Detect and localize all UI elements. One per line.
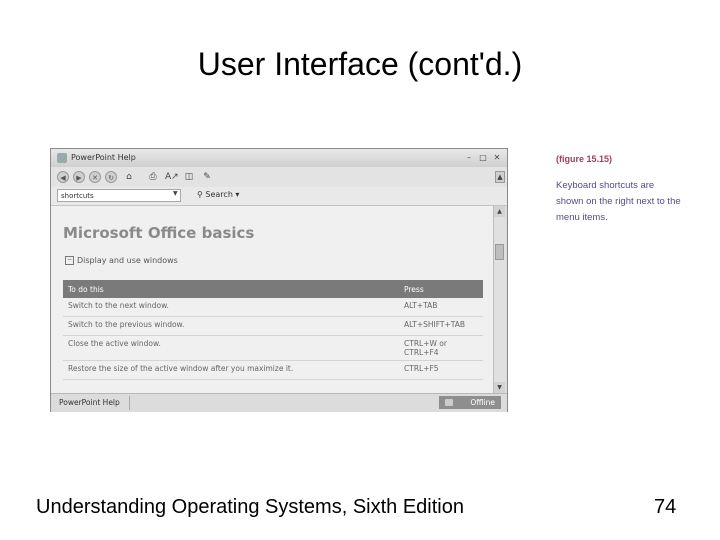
- section-label: Display and use windows: [77, 256, 178, 265]
- shortcut-cell: ALT+SHIFT+TAB: [399, 316, 483, 336]
- figure-number: (figure 15.15): [556, 154, 613, 164]
- pin-icon[interactable]: ✎: [201, 171, 213, 183]
- maximize-icon[interactable]: □: [477, 152, 489, 163]
- status-label: PowerPoint Help: [59, 398, 120, 407]
- action-cell: Switch to the previous window.: [63, 316, 399, 336]
- help-toolbar: ◀ ▶ ✕ ↻ ⌂ ⎙ A↗ ◫ ✎ ▲: [51, 167, 507, 188]
- column-header: Press: [399, 280, 483, 298]
- scroll-down-icon[interactable]: ▼: [494, 382, 505, 393]
- figure-description: Keyboard shortcuts are shown on the righ…: [556, 180, 681, 223]
- shortcut-cell: ALT+TAB: [399, 298, 483, 317]
- table-row: Switch to the previous window. ALT+SHIFT…: [63, 316, 483, 336]
- figure-caption: (figure 15.15) Keyboard shortcuts are sh…: [556, 154, 706, 226]
- slide-title: User Interface (cont'd.): [197, 46, 523, 82]
- powerpoint-help-icon: [57, 153, 67, 163]
- vertical-scrollbar[interactable]: ▲ ▼: [493, 206, 506, 393]
- status-divider: [129, 396, 130, 410]
- shortcut-table: To do this Press Switch to the next wind…: [63, 280, 483, 380]
- action-cell: Close the active window.: [63, 335, 399, 361]
- help-window: PowerPoint Help – □ ✕ ◀ ▶ ✕ ↻ ⌂ ⎙ A↗ ◫ ✎…: [50, 148, 508, 412]
- close-icon[interactable]: ✕: [491, 152, 503, 163]
- search-scope-dropdown-icon[interactable]: ▼: [173, 190, 178, 197]
- search-icon: ⚲: [197, 190, 203, 199]
- window-titlebar: PowerPoint Help – □ ✕: [51, 149, 507, 167]
- scroll-thumb[interactable]: [495, 244, 504, 260]
- offline-button[interactable]: Offline: [439, 396, 501, 409]
- window-title: PowerPoint Help: [71, 153, 136, 162]
- action-cell: Restore the size of the active window af…: [63, 360, 399, 380]
- font-size-icon[interactable]: A↗: [165, 171, 179, 183]
- refresh-icon[interactable]: ↻: [105, 171, 117, 183]
- offline-icon: [445, 399, 453, 406]
- slide-footer: Understanding Operating Systems, Sixth E…: [36, 496, 464, 518]
- table-row: Close the active window. CTRL+W or CTRL+…: [63, 335, 483, 361]
- toolbar-scroll-icon[interactable]: ▲: [495, 171, 505, 183]
- help-content: Microsoft Office basics − Display and use…: [51, 206, 495, 393]
- status-bar: PowerPoint Help Offline: [51, 393, 507, 412]
- book-icon[interactable]: ◫: [183, 171, 195, 183]
- search-bar: ▼ ⚲ Search ▾: [51, 187, 507, 206]
- table-row: Switch to the next window. ALT+TAB: [63, 298, 483, 317]
- shortcut-cell: CTRL+F5: [399, 360, 483, 380]
- table-header-row: To do this Press: [63, 280, 483, 298]
- collapse-icon[interactable]: −: [65, 256, 74, 265]
- print-icon[interactable]: ⎙: [147, 171, 159, 183]
- table-row: Restore the size of the active window af…: [63, 360, 483, 380]
- shortcut-cell: CTRL+W or CTRL+F4: [399, 335, 483, 361]
- section-toggle[interactable]: − Display and use windows: [65, 256, 178, 265]
- scroll-up-icon[interactable]: ▲: [494, 206, 505, 217]
- column-header: To do this: [63, 280, 399, 298]
- minimize-icon[interactable]: –: [463, 152, 475, 163]
- search-input[interactable]: [57, 189, 181, 202]
- action-cell: Switch to the next window.: [63, 298, 399, 317]
- search-button-label: Search: [205, 190, 233, 199]
- page-number: 74: [654, 496, 677, 518]
- search-button[interactable]: ⚲ Search ▾: [197, 190, 239, 199]
- home-icon[interactable]: ⌂: [123, 171, 135, 183]
- stop-icon[interactable]: ✕: [89, 171, 101, 183]
- article-heading: Microsoft Office basics: [63, 224, 255, 242]
- back-icon[interactable]: ◀: [57, 171, 69, 183]
- offline-label: Offline: [470, 398, 495, 407]
- forward-icon[interactable]: ▶: [73, 171, 85, 183]
